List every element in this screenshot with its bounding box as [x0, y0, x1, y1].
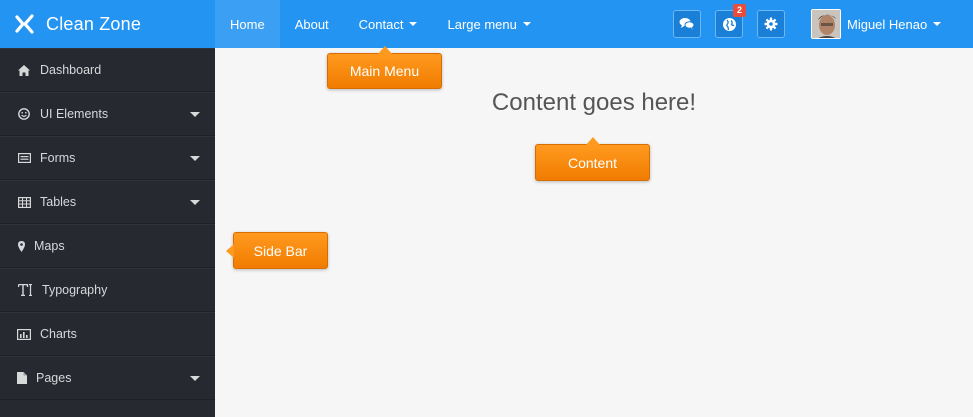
nav-large-menu-label: Large menu [447, 16, 517, 32]
nav-contact-label: Contact [358, 16, 404, 32]
sidebar-item-typography[interactable]: Typography [0, 268, 215, 312]
avatar [811, 9, 841, 39]
main-menu-callout: Main Menu [327, 46, 442, 89]
chevron-down-icon [933, 22, 942, 26]
caret-down-icon [190, 200, 200, 205]
comments-icon [679, 18, 695, 30]
sidebar-item-label: Charts [40, 327, 77, 341]
globe-icon [722, 17, 736, 31]
nav-about-label: About [294, 16, 329, 32]
sidebar-item-pages[interactable]: Pages [0, 356, 215, 400]
sidebar-item-forms[interactable]: Forms [0, 136, 215, 180]
content-callout: Content [535, 137, 650, 181]
sidebar-item-label: Pages [36, 371, 72, 385]
side-bar-callout: Side Bar [226, 232, 328, 269]
sidebar-item-label: Maps [34, 239, 65, 253]
callout-label: Main Menu [349, 63, 420, 79]
user-name: Miguel Henao [847, 16, 928, 32]
caret-down-icon [190, 156, 200, 161]
home-icon [17, 63, 31, 77]
main-menu: Home About Contact Large menu [215, 0, 546, 48]
map-marker-icon [17, 239, 25, 253]
notification-count-badge: 2 [733, 4, 746, 17]
callout-label: Side Bar [253, 242, 308, 259]
top-navbar: Clean Zone Home About Contact Large menu [0, 0, 973, 48]
page-title: Content goes here! [491, 89, 697, 116]
caret-down-icon [190, 376, 200, 381]
brand-name: Clean Zone [46, 13, 142, 34]
sidebar-item-label: Typography [42, 283, 108, 297]
sidebar-item-dashboard[interactable]: Dashboard [0, 48, 215, 92]
table-icon [17, 195, 31, 209]
nav-home-label: Home [230, 16, 265, 32]
notifications-button[interactable]: 2 [715, 4, 746, 38]
callout-pointer [377, 46, 392, 54]
typography-icon [17, 283, 33, 297]
sidebar-item-label: Forms [40, 151, 76, 165]
messages-button[interactable] [673, 10, 701, 38]
logo-icon [15, 14, 34, 34]
sidebar-item-ui-elements[interactable]: UI Elements [0, 92, 215, 136]
callout-pointer [585, 137, 600, 145]
sidebar-item-label: Tables [40, 195, 77, 209]
user-menu[interactable]: Miguel Henao [811, 9, 942, 39]
sidebar-item-tables[interactable]: Tables [0, 180, 215, 224]
gear-icon [764, 17, 778, 31]
smile-icon [17, 107, 31, 121]
sidebar-item-charts[interactable]: Charts [0, 312, 215, 356]
chevron-down-icon [409, 22, 418, 26]
callout-pointer [226, 243, 234, 258]
form-icon [17, 151, 31, 165]
callout-label: Content [567, 154, 618, 171]
nav-contact[interactable]: Contact [344, 0, 433, 48]
brand[interactable]: Clean Zone [0, 0, 215, 48]
caret-down-icon [190, 112, 200, 117]
sidebar: Dashboard UI Elements Forms Tables Maps … [0, 48, 215, 417]
nav-about[interactable]: About [280, 0, 344, 48]
settings-button[interactable] [757, 10, 785, 38]
sidebar-item-label: Dashboard [40, 63, 102, 77]
chart-icon [17, 327, 31, 341]
nav-large-menu[interactable]: Large menu [432, 0, 545, 48]
nav-home[interactable]: Home [215, 0, 280, 48]
sidebar-item-label: UI Elements [40, 107, 109, 121]
chevron-down-icon [522, 22, 531, 26]
file-icon [17, 371, 27, 385]
sidebar-item-maps[interactable]: Maps [0, 224, 215, 268]
